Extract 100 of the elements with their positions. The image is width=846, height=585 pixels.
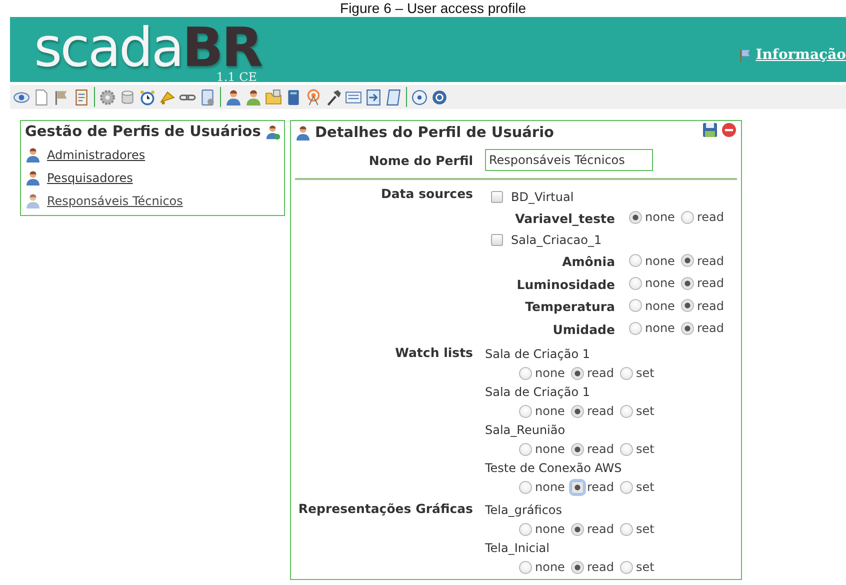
save-icon[interactable] (702, 122, 718, 138)
radio-label: read (696, 254, 724, 268)
radio-label: none (645, 276, 675, 290)
radio-option[interactable]: set (620, 366, 654, 380)
radio-label: read (696, 276, 724, 290)
radio-button[interactable] (620, 522, 633, 536)
radio-button[interactable] (570, 560, 584, 574)
radio-button[interactable] (519, 404, 532, 418)
radio-option[interactable]: set (620, 480, 654, 494)
data-point-name: Temperatura (524, 299, 615, 314)
radio-label: set (636, 366, 654, 380)
radio-label: read (696, 321, 724, 335)
radio-option[interactable]: none (519, 560, 565, 574)
radio-button[interactable] (629, 254, 642, 267)
checkbox[interactable] (491, 234, 503, 246)
delete-icon[interactable] (721, 122, 737, 138)
page-icon[interactable] (33, 88, 50, 106)
user-icon[interactable] (245, 88, 262, 106)
radio-button[interactable] (570, 480, 584, 494)
radio-button[interactable] (570, 404, 584, 418)
radio-option[interactable]: set (620, 522, 654, 536)
radio-option[interactable]: set (620, 560, 654, 574)
section-label: Data sources (380, 186, 473, 203)
radio-button[interactable] (519, 522, 532, 536)
radio-label: set (636, 404, 654, 418)
radio-label: none (535, 522, 565, 536)
radio-label: none (645, 321, 675, 335)
section-label: Watch lists (394, 344, 473, 362)
radio-label: read (586, 522, 614, 536)
data-source-name: BD_Virtual (511, 190, 574, 204)
radio-option[interactable]: none (519, 480, 565, 494)
radio-button[interactable] (629, 322, 642, 334)
radio-option[interactable]: read (570, 560, 614, 574)
radio-button[interactable] (519, 366, 532, 380)
radio-button[interactable] (570, 366, 584, 380)
data-point-name: Luminosidade (516, 276, 615, 292)
data-point-name: Variavel_teste (514, 210, 615, 226)
radio-label: set (636, 522, 654, 536)
radio-button[interactable] (680, 299, 694, 312)
panel-title: Gestão de Perfis de Usuários (25, 124, 261, 140)
user-icon[interactable] (225, 88, 242, 106)
radio-button[interactable] (620, 404, 633, 418)
radio-label: none (645, 210, 675, 224)
radio-button[interactable] (629, 299, 642, 312)
section-label: Representações Gráficas (297, 500, 473, 518)
radio-button[interactable] (629, 210, 642, 224)
profile-name-field[interactable]: Responsáveis Técnicos (485, 149, 653, 171)
radio-button[interactable] (620, 480, 633, 494)
radio-button[interactable] (570, 442, 584, 456)
radio-button[interactable] (519, 480, 532, 494)
radio-option[interactable]: read (570, 480, 614, 494)
document-icon[interactable] (73, 88, 90, 106)
antenna-icon[interactable] (305, 88, 322, 106)
book-icon[interactable] (285, 88, 302, 106)
radio-label: none (535, 404, 565, 418)
radio-button[interactable] (680, 322, 694, 334)
person-icon (25, 170, 41, 186)
radio-option[interactable]: none (519, 366, 565, 380)
person-icon (25, 193, 41, 209)
radio-option[interactable]: read (570, 522, 614, 536)
item-name: Teste de Conexão AWS (485, 460, 623, 476)
radio-option[interactable]: set (620, 404, 654, 418)
radio-button[interactable] (570, 522, 584, 536)
radio-button[interactable] (519, 442, 532, 456)
radio-option[interactable]: read (570, 404, 614, 418)
field-label: Nome do Perfil (368, 152, 473, 168)
alarm-clock-icon[interactable] (139, 88, 156, 106)
folder-icon[interactable] (265, 88, 282, 106)
radio-option[interactable]: none (519, 522, 565, 536)
radio-label: none (535, 366, 565, 380)
profile-link[interactable]: Administradores (47, 148, 146, 162)
radio-option[interactable]: none (519, 442, 565, 456)
radio-button[interactable] (680, 276, 694, 290)
radio-button[interactable] (519, 560, 532, 574)
radio-button[interactable] (620, 366, 633, 380)
item-name: Sala_Reunião (485, 422, 566, 439)
gear-icon[interactable] (99, 88, 116, 106)
profile-link[interactable]: Responsáveis Técnicos (47, 194, 183, 208)
profile-link[interactable]: Pesquisadores (47, 171, 133, 185)
radio-option[interactable]: none (519, 404, 565, 418)
radio-label: none (645, 298, 675, 312)
radio-button[interactable] (680, 254, 694, 267)
radio-label: set (636, 442, 654, 456)
radio-label: none (535, 480, 565, 494)
list-icon[interactable] (345, 88, 362, 106)
document-icon[interactable] (365, 88, 382, 106)
add-user-icon (264, 124, 280, 140)
radio-option[interactable]: set (620, 442, 654, 456)
radio-label: read (696, 298, 724, 312)
radio-button[interactable] (629, 276, 642, 290)
checkbox[interactable] (491, 190, 503, 202)
radio-button[interactable] (620, 560, 633, 574)
hammer-icon[interactable] (325, 88, 342, 106)
radio-label: set (636, 480, 654, 494)
radio-option[interactable]: read (570, 366, 614, 380)
radio-label: read (696, 210, 724, 224)
radio-button[interactable] (620, 442, 633, 456)
radio-option[interactable]: read (570, 442, 614, 456)
radio-label: read (586, 404, 614, 418)
radio-button[interactable] (680, 210, 694, 224)
